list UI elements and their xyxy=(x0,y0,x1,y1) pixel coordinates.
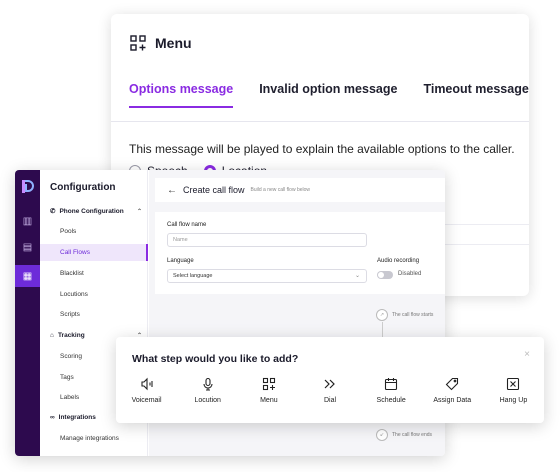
sidebar-item-labels[interactable]: Labels xyxy=(60,394,79,401)
hangup-icon xyxy=(507,377,520,391)
sidebar-section-label: Tracking xyxy=(57,332,85,339)
sidebar-item-manage-integrations[interactable]: Manage integrations xyxy=(60,435,119,442)
recording-state: Disabled xyxy=(398,271,422,277)
sidebar-item-pools[interactable]: Pools xyxy=(60,228,76,235)
icon-rail: ▥ ▤ ▦ xyxy=(15,170,40,456)
step-option-label: Locution xyxy=(194,397,221,404)
configuration-icon[interactable]: ▦ xyxy=(20,269,35,284)
step-option-label: Hang Up xyxy=(499,397,528,404)
tab-invalid-option-message[interactable]: Invalid option message xyxy=(259,82,397,108)
flow-end-text: The call flow ends xyxy=(392,432,433,438)
step-option-assign-data[interactable]: Assign Data xyxy=(422,377,483,404)
tabs-divider xyxy=(111,121,529,122)
flow-end-node: ↙ The call flow ends xyxy=(376,429,432,441)
language-label: Language xyxy=(167,258,194,264)
calendar-icon xyxy=(385,378,398,391)
step-option-label: Dial xyxy=(323,397,337,404)
microphone-icon xyxy=(203,377,213,391)
menu-header: Menu xyxy=(129,34,192,52)
step-option-label: Schedule xyxy=(376,397,406,404)
flow-start-node: ↗ The call flow starts xyxy=(376,309,433,321)
sidebar-item-scoring[interactable]: Scoring xyxy=(60,353,82,360)
name-label: Call flow name xyxy=(167,222,207,228)
language-select-value: Select language xyxy=(173,273,213,279)
dial-forward-icon xyxy=(324,379,335,389)
page-title: Create call flow xyxy=(183,185,245,195)
menu-grid-icon xyxy=(130,35,146,51)
flow-start-icon: ↗ xyxy=(376,309,388,321)
sidebar-item-locutions[interactable]: Locutions xyxy=(60,291,88,298)
tab-timeout-message[interactable]: Timeout message xyxy=(423,82,528,108)
call-flow-form: Call flow name Name Language Select lang… xyxy=(155,212,445,294)
chevron-up-icon[interactable]: ⌃ xyxy=(137,208,142,215)
sidebar-title: Configuration xyxy=(50,182,116,193)
call-flow-name-input[interactable]: Name xyxy=(167,233,367,247)
reports-icon[interactable]: ▤ xyxy=(20,240,35,255)
sidebar-section-label: Integrations xyxy=(58,414,96,421)
menu-grid-icon xyxy=(262,377,275,391)
sidebar-item-blacklist[interactable]: Blacklist xyxy=(60,270,84,277)
flow-end-icon: ↙ xyxy=(376,429,388,441)
add-step-dialog: What step would you like to add? × Voice… xyxy=(116,337,544,423)
step-option-menu[interactable]: Menu xyxy=(238,377,299,404)
tag-icon: ⌂ xyxy=(50,332,54,339)
page-subtitle: Build a new call flow below xyxy=(250,187,311,193)
stage: Menu Options message Invalid option mess… xyxy=(0,0,560,472)
menu-description: This message will be played to explain t… xyxy=(129,142,515,156)
step-option-label: Voicemail xyxy=(131,397,162,404)
sidebar-item-scripts[interactable]: Scripts xyxy=(60,311,80,318)
recording-label: Audio recording xyxy=(377,258,420,264)
link-icon: ∞ xyxy=(50,414,55,421)
sidebar-section-label: Phone Configuration xyxy=(59,207,124,215)
sidebar-item-call-flows[interactable]: Call Flows xyxy=(40,244,148,261)
menu-tabs: Options message Invalid option message T… xyxy=(129,82,529,108)
step-option-label: Menu xyxy=(260,397,278,404)
back-arrow-icon[interactable]: ← xyxy=(167,185,177,196)
recording-toggle[interactable] xyxy=(377,271,393,279)
step-option-hang-up[interactable]: Hang Up xyxy=(483,377,544,404)
tab-options-message[interactable]: Options message xyxy=(129,82,234,108)
logo-icon xyxy=(22,180,34,193)
step-option-locution[interactable]: Locution xyxy=(177,377,238,404)
sidebar-section-phone-configuration[interactable]: ✆ Phone Configuration ⌃ xyxy=(50,207,142,216)
language-select[interactable]: Select language ⌄ xyxy=(167,269,367,283)
tag-icon xyxy=(445,377,459,391)
step-option-dial[interactable]: Dial xyxy=(299,377,360,404)
step-option-schedule[interactable]: Schedule xyxy=(361,377,422,404)
voicemail-icon xyxy=(141,377,153,391)
flow-start-text: The call flow starts xyxy=(392,312,434,318)
step-option-label: Assign Data xyxy=(433,397,472,404)
page-header: ← Create call flow Build a new call flow… xyxy=(155,178,445,202)
sidebar-item-tags[interactable]: Tags xyxy=(60,374,74,381)
step-options: Voicemail Locution Menu Dial Schedule As… xyxy=(116,377,544,404)
close-icon[interactable]: × xyxy=(524,349,530,360)
phone-icon: ✆ xyxy=(50,208,56,215)
chevron-down-icon: ⌄ xyxy=(354,273,360,279)
step-option-voicemail[interactable]: Voicemail xyxy=(116,377,177,404)
add-step-title: What step would you like to add? xyxy=(132,353,299,365)
menu-title: Menu xyxy=(155,35,192,51)
analytics-icon[interactable]: ▥ xyxy=(20,214,35,229)
